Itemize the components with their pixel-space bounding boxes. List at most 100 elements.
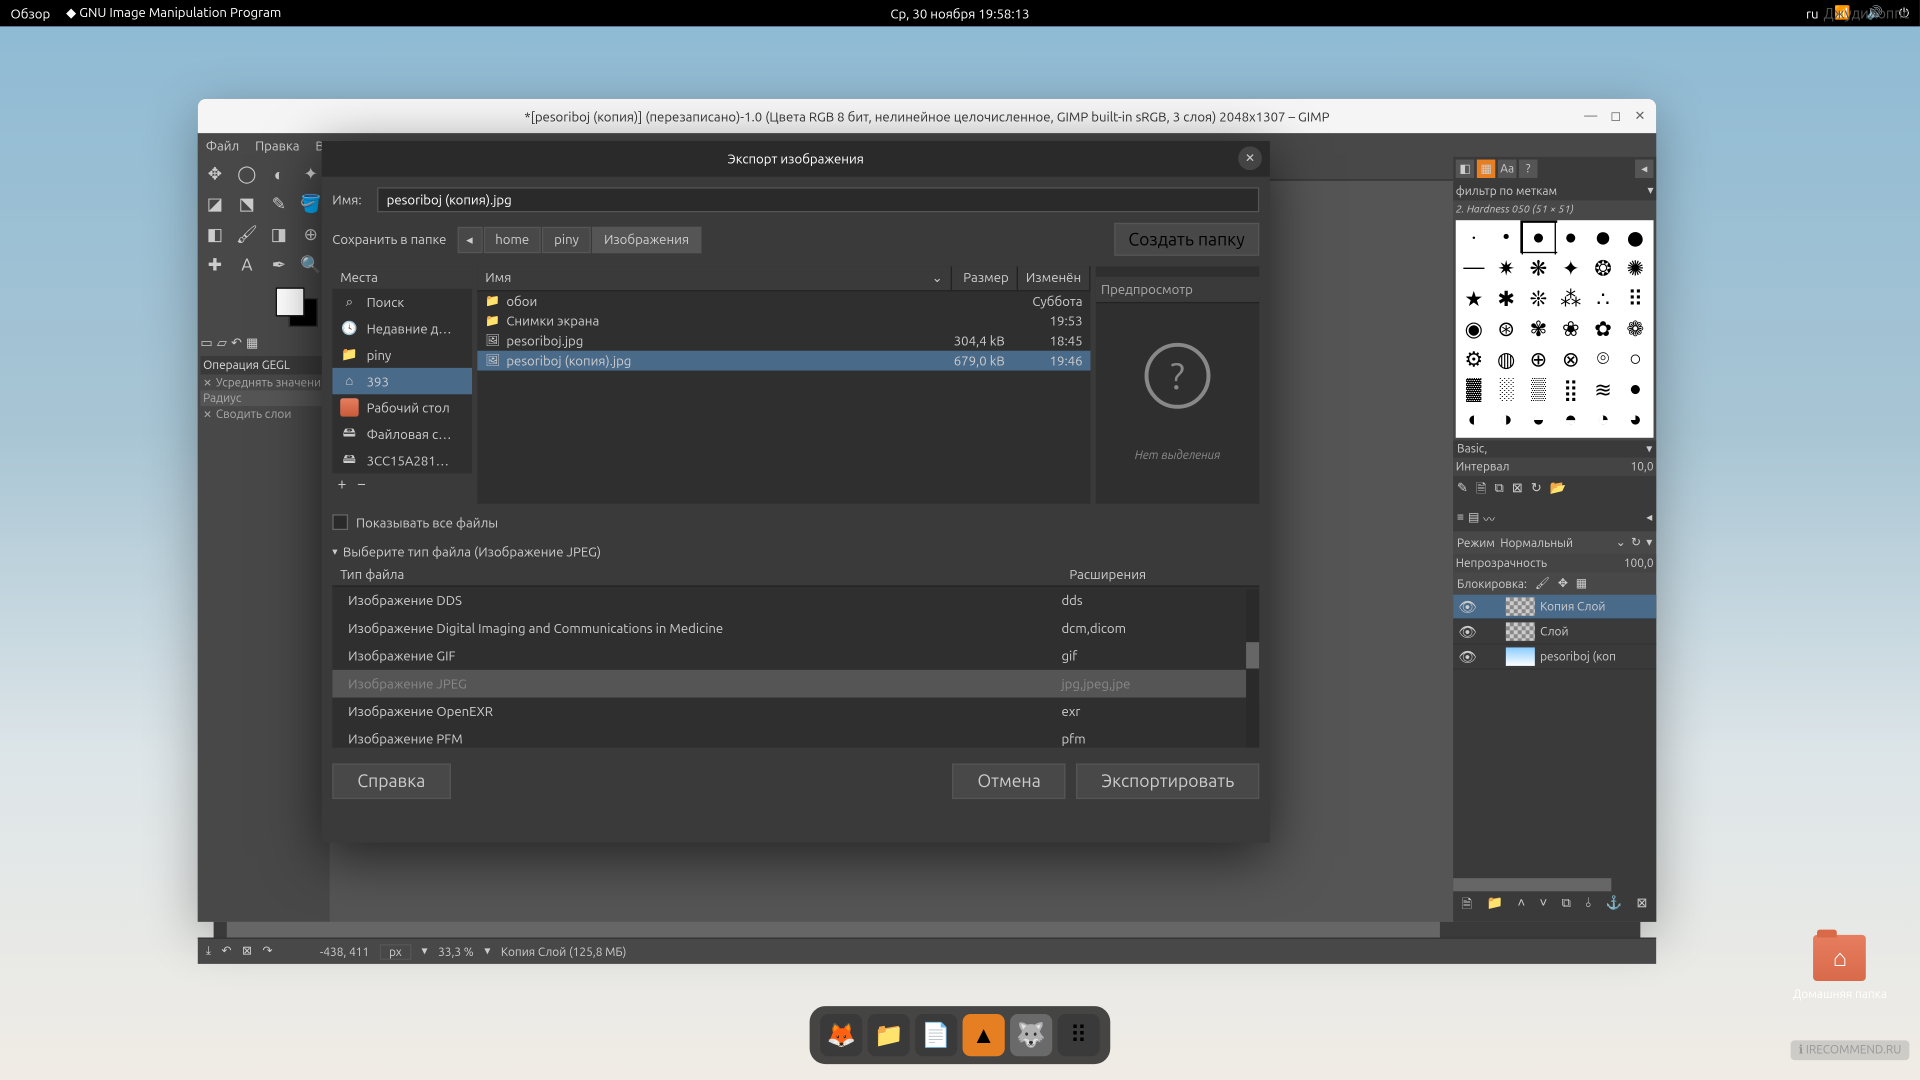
dropdown-icon[interactable]: ▾ bbox=[422, 944, 428, 959]
ft-scrollbar[interactable] bbox=[1246, 589, 1259, 747]
tool-crop[interactable]: ◪ bbox=[200, 190, 229, 219]
brush-item[interactable]: ≋ bbox=[1588, 374, 1619, 403]
eye-icon[interactable]: 👁 bbox=[1458, 598, 1476, 615]
close-op-icon[interactable]: ✕ bbox=[203, 376, 212, 388]
h-scrollbar[interactable] bbox=[214, 922, 1641, 938]
dup-brush-icon[interactable]: ⧉ bbox=[1495, 480, 1504, 502]
lang-indicator[interactable]: ru bbox=[1806, 6, 1819, 21]
ft-col-type[interactable]: Тип файла bbox=[332, 563, 1061, 585]
new-brush-icon[interactable]: 🗎 bbox=[1476, 480, 1487, 502]
brush-item[interactable]: ◒ bbox=[1523, 405, 1554, 434]
tab-fonts-icon[interactable]: Aa bbox=[1498, 160, 1516, 178]
crumb[interactable]: home bbox=[483, 226, 541, 252]
layer-name[interactable]: pesoriboj (коп bbox=[1540, 650, 1616, 663]
brush-item[interactable]: ✱ bbox=[1491, 283, 1522, 312]
redo-icon[interactable]: ↷ bbox=[263, 944, 273, 959]
brush-item[interactable]: ◓ bbox=[1555, 405, 1586, 434]
anchor-icon[interactable]: ⚓ bbox=[1606, 895, 1622, 917]
tab-menu-icon[interactable]: ◂ bbox=[1646, 510, 1652, 527]
layer-row[interactable]: 👁 Копия Слой bbox=[1453, 595, 1656, 620]
del-brush-icon[interactable]: ⊠ bbox=[1512, 480, 1523, 502]
mode-value[interactable]: Нормальный bbox=[1500, 536, 1610, 549]
file-row[interactable]: 🖼pesoriboj.jpg304,4 kB18:45 bbox=[477, 331, 1090, 351]
brush-item[interactable]: ⊛ bbox=[1491, 314, 1522, 343]
brush-item[interactable]: ● bbox=[1620, 223, 1651, 252]
device-icon[interactable]: ▭ bbox=[200, 335, 212, 351]
brush-item[interactable]: ★ bbox=[1458, 283, 1489, 312]
brush-preset[interactable]: Basic, bbox=[1457, 442, 1487, 457]
brush-item[interactable]: • bbox=[1491, 223, 1522, 252]
brush-item[interactable]: ✷ bbox=[1491, 253, 1522, 282]
brush-item[interactable]: ⊕ bbox=[1523, 344, 1554, 373]
tab-menu-icon[interactable]: ◂ bbox=[1635, 160, 1653, 178]
brush-item[interactable]: ✺ bbox=[1620, 253, 1651, 282]
minimize-button[interactable]: — bbox=[1584, 108, 1597, 124]
brush-item[interactable]: ⣿ bbox=[1555, 374, 1586, 403]
clock[interactable]: Ср, 30 ноября 19:58:13 bbox=[890, 6, 1029, 21]
dropdown-icon[interactable]: ▾ bbox=[1646, 535, 1652, 550]
tab-patterns-icon[interactable]: ▦ bbox=[1477, 160, 1495, 178]
save-icon[interactable]: ⤓ bbox=[206, 944, 211, 959]
close-button[interactable]: ✕ bbox=[1635, 108, 1646, 124]
tab-brushes-icon[interactable]: ◧ bbox=[1456, 160, 1474, 178]
refresh-icon[interactable]: ↻ bbox=[1531, 480, 1542, 502]
crumb[interactable]: Изображения bbox=[592, 226, 701, 252]
help-button[interactable]: Справка bbox=[332, 763, 450, 799]
tab-paths-icon[interactable]: 〰 bbox=[1483, 510, 1495, 527]
brush-item[interactable]: ◑ bbox=[1491, 405, 1522, 434]
remove-place-icon[interactable]: − bbox=[357, 476, 366, 493]
clear-icon[interactable]: ⊠ bbox=[242, 944, 252, 959]
dock-blender-icon[interactable]: ▲ bbox=[963, 1014, 1005, 1056]
filetype-row[interactable]: Изображение PFMpfm bbox=[332, 725, 1259, 747]
brush-item[interactable]: ● bbox=[1555, 223, 1586, 252]
filetype-row[interactable]: Изображение JPEGjpg,jpeg,jpe bbox=[332, 670, 1259, 698]
file-row[interactable]: 🖼pesoriboj (копия).jpg679,0 kB19:46 bbox=[477, 351, 1090, 371]
close-op-icon[interactable]: ✕ bbox=[203, 408, 212, 420]
brush-filter-label[interactable]: фильтр по меткам bbox=[1456, 184, 1648, 197]
tool-brush[interactable]: 🖌 bbox=[232, 220, 261, 249]
tool-eraser[interactable]: ◨ bbox=[264, 220, 293, 249]
new-layer-icon[interactable]: 🗎 bbox=[1462, 895, 1473, 917]
tool-warp[interactable]: ✎ bbox=[264, 190, 293, 219]
fg-color[interactable] bbox=[276, 287, 305, 316]
reset-icon[interactable]: ↻ bbox=[1631, 535, 1641, 550]
menu-edit[interactable]: Правка bbox=[255, 138, 299, 153]
dialog-close-button[interactable]: ✕ bbox=[1238, 146, 1262, 170]
brush-item[interactable]: ◕ bbox=[1620, 405, 1651, 434]
dropdown-icon[interactable]: ⌄ bbox=[1616, 535, 1626, 550]
dock-document-icon[interactable]: 📄 bbox=[915, 1014, 957, 1056]
brush-item[interactable]: ❊ bbox=[1523, 283, 1554, 312]
group-icon[interactable]: 📁 bbox=[1487, 895, 1503, 917]
add-place-icon[interactable]: + bbox=[338, 476, 347, 493]
place-item[interactable]: ⌂393 bbox=[332, 368, 472, 394]
crumb-prev[interactable]: ◂ bbox=[457, 226, 482, 252]
eye-icon[interactable]: 👁 bbox=[1458, 623, 1476, 640]
brush-item[interactable]: ◔ bbox=[1588, 405, 1619, 434]
col-name[interactable]: Имя⌄ bbox=[477, 266, 952, 290]
brush-item[interactable]: ✦ bbox=[1555, 253, 1586, 282]
brush-item[interactable]: ◐ bbox=[1458, 405, 1489, 434]
place-item[interactable]: 📁piny bbox=[332, 342, 472, 368]
crumb[interactable]: piny bbox=[542, 226, 590, 252]
brush-item[interactable]: ∴ bbox=[1588, 283, 1619, 312]
tool-gradient[interactable]: ◧ bbox=[200, 220, 229, 249]
brush-item[interactable]: ● bbox=[1523, 223, 1554, 252]
brush-item[interactable]: ▒ bbox=[1523, 374, 1554, 403]
brush-item[interactable]: ✾ bbox=[1523, 314, 1554, 343]
layer-name[interactable]: Копия Слой bbox=[1540, 600, 1605, 613]
tab-layers-icon[interactable]: ≡ bbox=[1457, 510, 1464, 527]
dup-icon[interactable]: ⧉ bbox=[1562, 895, 1571, 917]
dock-apps-icon[interactable]: ⠿ bbox=[1058, 1014, 1100, 1056]
brush-item[interactable]: · bbox=[1458, 223, 1489, 252]
tool-ellipse[interactable]: ◯ bbox=[232, 160, 261, 189]
brush-item[interactable]: ✿ bbox=[1588, 314, 1619, 343]
layer-name[interactable]: Слой bbox=[1540, 625, 1568, 638]
cancel-button[interactable]: Отмена bbox=[952, 763, 1065, 799]
undo-icon[interactable]: ↶ bbox=[231, 335, 242, 351]
opacity-value[interactable]: 100,0 bbox=[1624, 556, 1654, 569]
showall-label[interactable]: Показывать все файлы bbox=[356, 515, 498, 530]
dock-firefox-icon[interactable]: 🦊 bbox=[820, 1014, 862, 1056]
maximize-button[interactable]: ◻ bbox=[1610, 108, 1621, 124]
open-icon[interactable]: 📂 bbox=[1550, 480, 1566, 502]
brush-item[interactable]: ⊗ bbox=[1555, 344, 1586, 373]
